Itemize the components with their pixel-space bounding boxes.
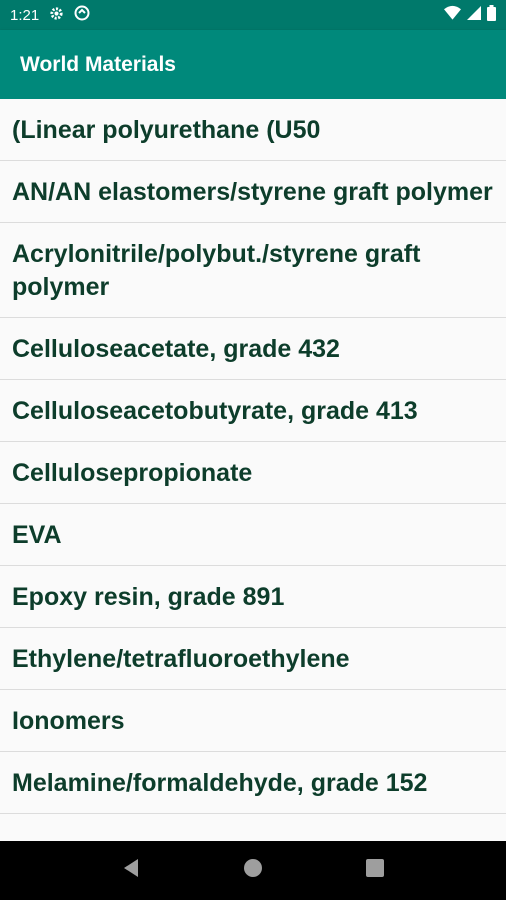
- list-item[interactable]: Celluloseacetobutyrate, grade 413: [0, 380, 506, 442]
- home-button[interactable]: [233, 851, 273, 891]
- status-bar: 1:21: [0, 0, 506, 30]
- back-icon: [122, 858, 140, 883]
- home-icon: [243, 858, 263, 883]
- list-item[interactable]: Acrylonitrile/polybut./styrene graft pol…: [0, 223, 506, 318]
- battery-icon: [487, 4, 496, 26]
- status-time: 1:21: [10, 6, 40, 24]
- list-item[interactable]: Epoxy resin, grade 891: [0, 566, 506, 628]
- back-button[interactable]: [111, 851, 151, 891]
- recents-button[interactable]: [355, 851, 395, 891]
- list-item[interactable]: (Linear polyurethane (U50: [0, 99, 506, 161]
- cellular-signal-icon: [467, 5, 481, 25]
- list-item[interactable]: EVA: [0, 504, 506, 566]
- materials-list: (Linear polyurethane (U50 AN/AN elastome…: [0, 99, 506, 841]
- app-bar: World Materials: [0, 30, 506, 99]
- list-item[interactable]: Ionomers: [0, 690, 506, 752]
- list-item[interactable]: Cellulosepropionate: [0, 442, 506, 504]
- wifi-icon: [444, 5, 461, 25]
- app-title: World Materials: [20, 52, 176, 76]
- list-item[interactable]: Melamine/formaldehyde, grade 152: [0, 752, 506, 814]
- list-item[interactable]: Ethylene/tetrafluoroethylene: [0, 628, 506, 690]
- list-item[interactable]: Celluloseacetate, grade 432: [0, 318, 506, 380]
- recents-icon: [366, 859, 384, 882]
- list-item[interactable]: AN/AN elastomers/styrene graft polymer: [0, 161, 506, 223]
- circle-badge-icon: [74, 5, 90, 25]
- gear-icon: [49, 6, 64, 25]
- navigation-bar: [0, 841, 506, 900]
